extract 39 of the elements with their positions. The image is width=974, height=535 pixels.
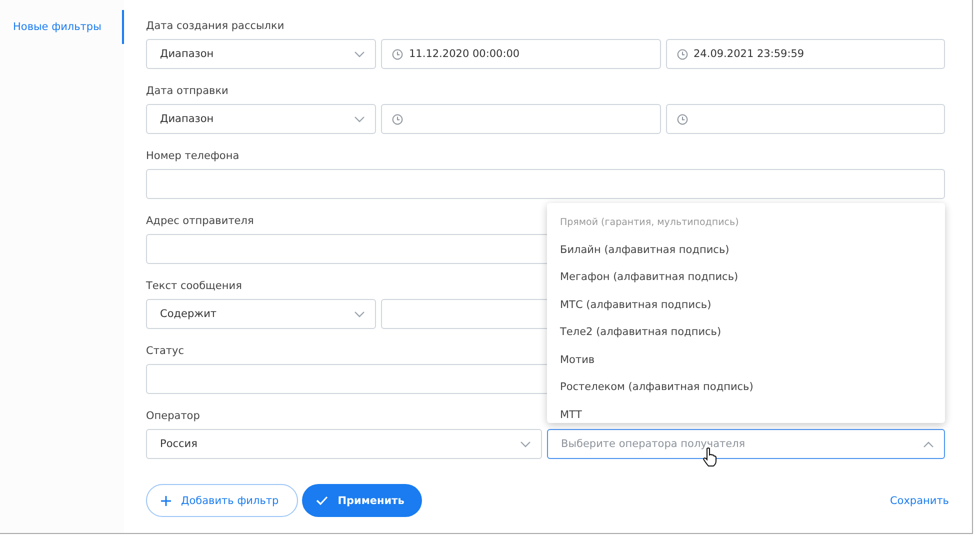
field-label: Номер телефона [146, 149, 240, 164]
dropdown-option[interactable]: МТТ [547, 402, 945, 423]
field-label: Оператор [146, 409, 200, 424]
field-label: Адрес отправителя [146, 214, 254, 229]
field-label: Дата отправки [146, 84, 228, 99]
checkmark-icon [316, 496, 328, 505]
field-label: Текст сообщения [146, 279, 242, 294]
date-field[interactable] [381, 104, 660, 134]
sidebar-item[interactable]: Новые фильтры [0, 10, 124, 44]
dropdown-option[interactable]: Мотив [547, 346, 945, 374]
dropdown-select[interactable]: Россия [146, 429, 542, 459]
input-field[interactable] [146, 169, 945, 199]
clock-icon [392, 114, 403, 124]
clock-icon [392, 48, 403, 60]
date-field[interactable] [666, 104, 945, 134]
dropdown-option[interactable]: Ростелеком (алфавитная подпись) [547, 374, 945, 402]
chevron-down-icon [354, 310, 365, 318]
chevron-down-icon [354, 50, 365, 58]
dropdown-select[interactable]: Диапазон [146, 39, 376, 69]
option-group-header: Прямой (гарантия, мультиподпись) [559, 216, 740, 230]
save-link[interactable]: Сохранить [890, 494, 949, 506]
plus-icon [161, 496, 171, 506]
dropdown-option[interactable]: МТС (алфавитная подпись) [547, 292, 945, 319]
clock-icon [676, 48, 688, 60]
dropdown-select[interactable]: Диапазон [146, 104, 376, 134]
field-label: Дата создания рассылки [146, 19, 284, 34]
chevron-up-icon [923, 440, 934, 448]
field-label: Статус [146, 344, 184, 359]
dropdown-option[interactable]: Мегафон (алфавитная подпись) [547, 264, 945, 292]
clock-icon [676, 114, 688, 124]
dropdown-option[interactable]: Теле2 (алфавитная подпись) [547, 319, 945, 346]
apply-button[interactable]: Применить [302, 484, 422, 517]
chevron-down-icon [520, 440, 531, 448]
date-field[interactable]: 11.12.2020 00:00:00 [381, 39, 660, 69]
dropdown-select[interactable]: Содержит [146, 299, 376, 329]
add-filter-button[interactable]: Добавить фильтр [146, 484, 298, 517]
dropdown-option[interactable]: Билайн (алфавитная подпись) [547, 236, 945, 264]
date-field[interactable]: 24.09.2021 23:59:59 [666, 39, 945, 69]
chevron-down-icon [354, 116, 365, 122]
